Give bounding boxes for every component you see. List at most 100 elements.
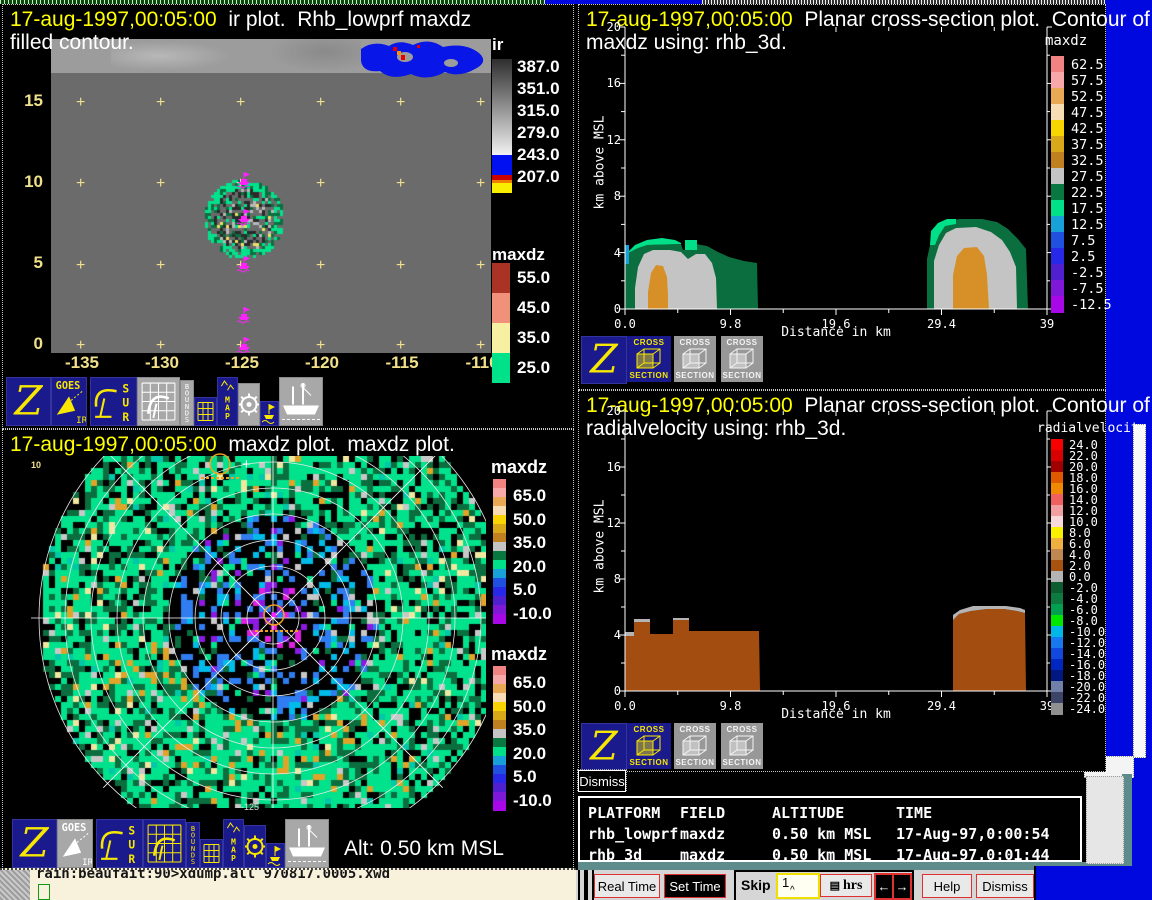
grid-radar-button[interactable] <box>143 819 186 868</box>
step-forward-button[interactable]: → <box>892 873 912 900</box>
grid-plus-marker: + <box>156 175 165 193</box>
ir-colorbar-label: 243.0 <box>517 145 560 165</box>
goes-ir-button[interactable]: GOESIR <box>57 819 93 868</box>
grid-small-button[interactable] <box>194 397 217 426</box>
ship-marker <box>236 255 252 273</box>
svg-text:Z: Z <box>18 820 49 866</box>
scrollbar-track-strip[interactable] <box>1133 424 1146 758</box>
goes-ir-button[interactable]: GOESIR <box>51 377 87 426</box>
step-back-button[interactable]: ← <box>874 873 894 900</box>
colorbar-segment <box>1051 296 1064 313</box>
colorbar-label: 35.0 <box>517 328 550 348</box>
grid-plus-marker: + <box>316 94 325 112</box>
satellite-map[interactable]: ++++++++++++++++++++++++ <box>51 39 491 353</box>
y-tick-label: 12 <box>593 516 621 530</box>
colorbar-label: 32.5 <box>1071 153 1104 169</box>
cross-section-button[interactable]: CROSSSECTION <box>721 723 763 769</box>
table-scrollbar[interactable] <box>1086 776 1124 864</box>
colorbar-segment <box>1051 72 1064 89</box>
colorbar-label: 50.0 <box>513 697 546 717</box>
colorbar-segment <box>1051 472 1063 484</box>
zebra-logo-button[interactable]: Z <box>6 377 51 426</box>
x-tick-label: -130 <box>132 353 192 373</box>
ship-button[interactable] <box>279 377 323 426</box>
buoy-button[interactable] <box>266 843 285 868</box>
table-cell: rhb_lowprf <box>588 825 678 843</box>
surveillance-button[interactable]: SUR <box>96 819 143 868</box>
dismiss-bar-button[interactable]: Dismiss <box>976 874 1034 898</box>
colorbar-segment <box>1051 168 1064 185</box>
colorbar-segment <box>1051 571 1063 583</box>
grid-plus-marker: + <box>316 175 325 193</box>
ship-button[interactable] <box>285 819 329 868</box>
dismiss-button[interactable]: Dismiss <box>578 770 626 792</box>
ship-marker <box>236 208 252 226</box>
grid-plus-marker: + <box>396 257 405 275</box>
surveillance-button[interactable]: SUR <box>90 377 137 426</box>
colorbar-segment <box>1051 248 1064 265</box>
svg-text:R: R <box>122 411 129 424</box>
gear-button[interactable] <box>238 383 260 426</box>
svg-text:GOES: GOES <box>56 381 81 392</box>
zebra-logo-button[interactable]: Z <box>581 723 627 771</box>
map-button[interactable]: MAP <box>217 377 238 426</box>
colorbar-title: maxdz <box>1045 33 1087 49</box>
colorbar-label: 17.5 <box>1071 201 1104 217</box>
svg-text:U: U <box>128 839 135 852</box>
help-button[interactable]: Help <box>922 874 972 898</box>
cross-label: CROSS <box>680 725 711 734</box>
x-tick-label: -115 <box>372 353 432 373</box>
grid-small-button[interactable] <box>200 839 223 868</box>
set-time-button[interactable]: Set Time <box>664 874 726 898</box>
grip[interactable] <box>586 870 594 900</box>
colorbar-label: 65.0 <box>513 486 546 506</box>
bounds-button[interactable]: BOUNDS <box>186 822 200 868</box>
hrs-button[interactable]: ▤hrs <box>820 874 872 897</box>
skip-caret[interactable]: ^ <box>790 885 795 896</box>
grid-radar-button[interactable] <box>137 377 180 426</box>
section-label: SECTION <box>675 371 714 380</box>
buoy-button[interactable] <box>260 401 279 426</box>
toolbar: ZGOESIRSUR BOUNDS MAP <box>3 377 343 424</box>
colorbar-title: maxdz <box>491 644 547 665</box>
colorbar-label: 37.5 <box>1071 137 1104 153</box>
colorbar-segment <box>1051 659 1063 671</box>
colorbar-segment <box>1051 264 1064 281</box>
y-tick-label: 10 <box>9 172 43 192</box>
cross-section-button[interactable]: CROSSSECTION <box>674 336 716 382</box>
ir-colorbar-title: ir <box>492 35 503 55</box>
desktop-blue-corner <box>1034 866 1152 900</box>
terminal-window[interactable]: rain:beaufait:90>xdump.all 970817.0005.x… <box>0 868 576 900</box>
skip-value-input[interactable]: 1 <box>776 873 820 899</box>
cross-section-button[interactable]: CROSSSECTION <box>627 723 671 769</box>
zebra-logo-button[interactable]: Z <box>12 819 57 868</box>
real-time-button[interactable]: Real Time <box>594 874 660 898</box>
x-tick-label: -125 <box>212 353 272 373</box>
ir-colorbar-yellow <box>492 183 512 193</box>
map-button[interactable]: MAP <box>223 819 244 868</box>
gear-button[interactable] <box>244 825 266 868</box>
colorbar-segment <box>1051 450 1063 462</box>
x-tick-label: -120 <box>292 353 352 373</box>
table-header: PLATFORMFIELDALTITUDETIME <box>580 804 1080 824</box>
colorbar-segment <box>1051 560 1063 572</box>
cross-section-button[interactable]: CROSSSECTION <box>627 336 671 382</box>
bounds-button[interactable]: BOUNDS <box>180 380 194 426</box>
colorbar-segment <box>1051 604 1063 616</box>
cross-label: CROSS <box>727 338 758 347</box>
grip[interactable] <box>578 870 586 900</box>
time-control-bar: Real Time Set Time Skip 1 ^ ▤hrs ← → Hel… <box>576 870 1034 900</box>
cross-section-button[interactable]: CROSSSECTION <box>674 723 716 769</box>
grid-plus-marker: + <box>236 94 245 112</box>
cross-section-button[interactable]: CROSSSECTION <box>721 336 763 382</box>
ship-ring-marker <box>261 602 287 628</box>
terminal-line: rain:beaufait:90>xdump.all 970817.0005.x… <box>36 868 390 882</box>
table-cell: 0.50 km MSL <box>772 825 871 843</box>
zebra-logo-button[interactable]: Z <box>581 336 627 384</box>
toolbar: ZGOESIRSUR BOUNDS MAP <box>9 819 349 866</box>
map-annotation: 10 <box>31 460 41 470</box>
grid-plus-marker: + <box>76 94 85 112</box>
colorbar-label: -10.0 <box>513 791 552 811</box>
colorbar-segment <box>492 323 510 353</box>
colorbar-title: radialvelocity <box>1037 421 1147 436</box>
